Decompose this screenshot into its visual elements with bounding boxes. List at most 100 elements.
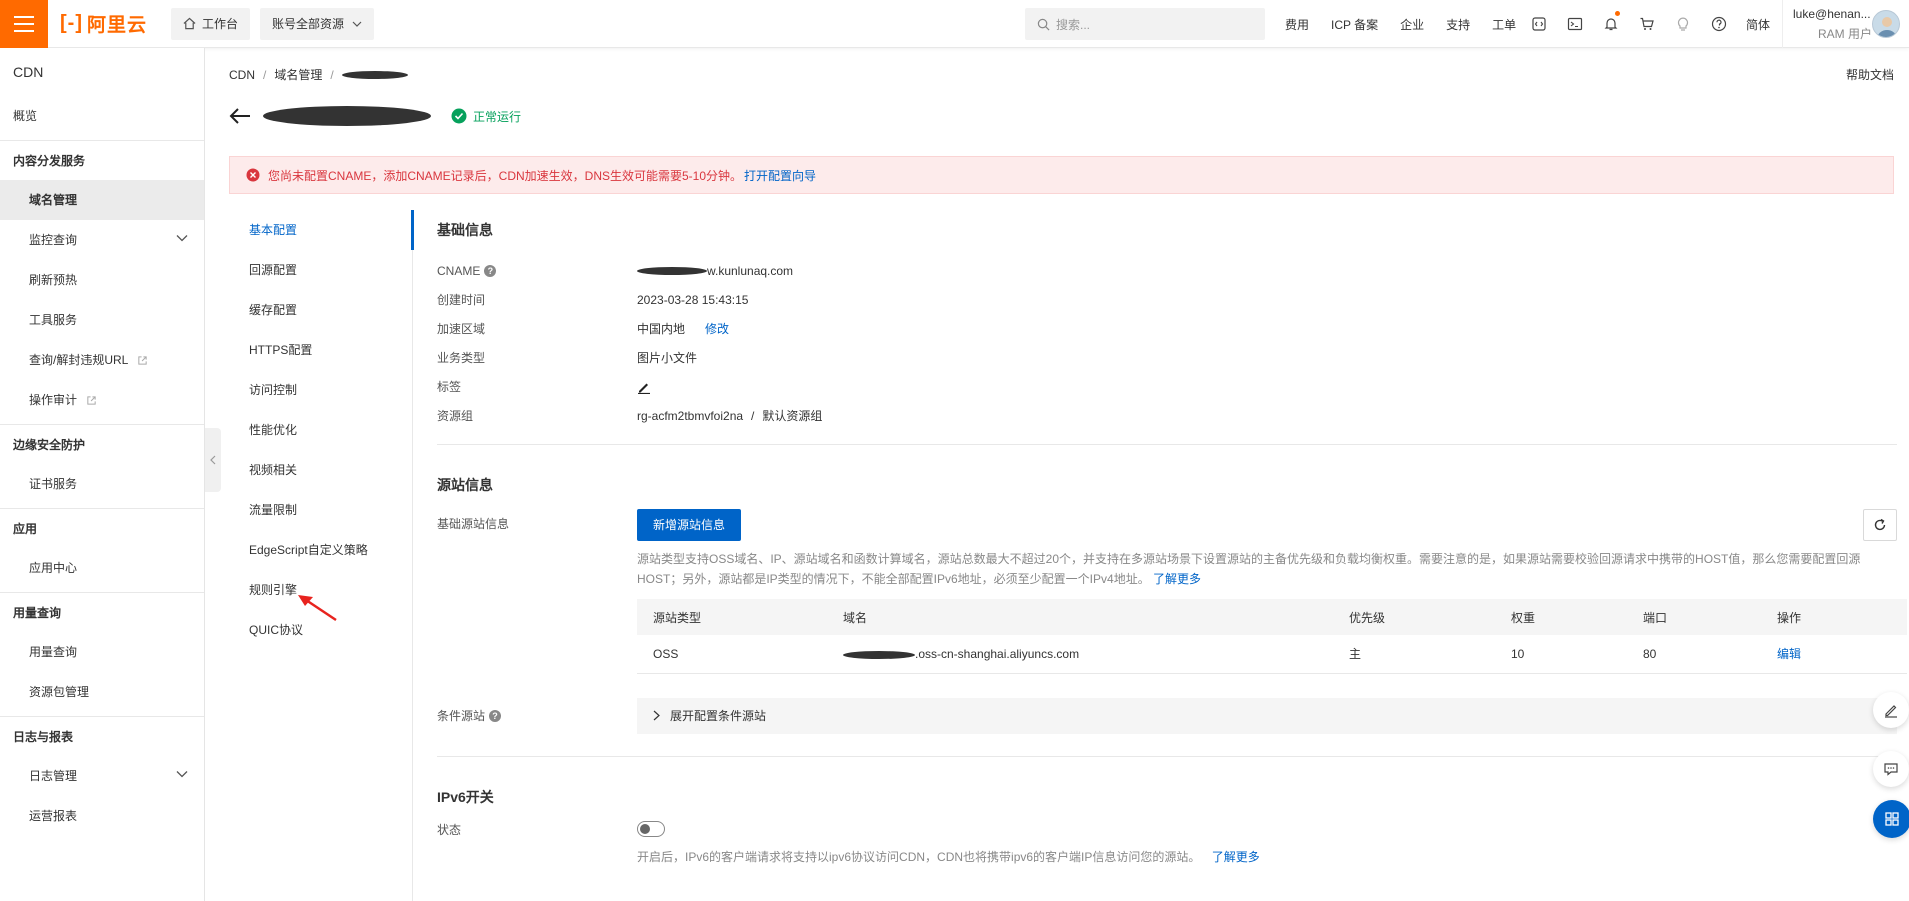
- nav-link-enterprise[interactable]: 企业: [1400, 16, 1424, 33]
- tab-edgescript[interactable]: EdgeScript自定义策略: [229, 530, 414, 570]
- chevron-down-icon: [176, 771, 188, 778]
- menu-icon[interactable]: [0, 0, 48, 48]
- help-icon[interactable]: [1701, 0, 1737, 48]
- add-origin-button[interactable]: 新增源站信息: [637, 509, 742, 541]
- chat-icon: [1884, 763, 1898, 776]
- search-icon: [1037, 18, 1050, 30]
- nav-link-support[interactable]: 支持: [1446, 16, 1470, 33]
- region-row: 加速区域 中国内地 修改: [437, 320, 730, 337]
- col-priority: 优先级: [1333, 599, 1495, 635]
- sidebar-title: CDN: [13, 64, 44, 80]
- origin-description: 源站类型支持OSS域名、IP、源站域名和函数计算域名，源站总数最大不超过20个，…: [637, 552, 1861, 586]
- avatar: [1872, 10, 1900, 38]
- tab-access-control[interactable]: 访问控制: [229, 370, 414, 410]
- sidebar-item-resource-package[interactable]: 资源包管理: [0, 672, 204, 712]
- search-input[interactable]: 搜索...: [1025, 8, 1265, 40]
- top-navbar: [-] 阿里云 工作台 账号全部资源 搜索... 费用 ICP 备案 企业 支持…: [0, 0, 1909, 48]
- workbench-button[interactable]: 工作台: [171, 7, 251, 40]
- cname-alert: 您尚未配置CNAME，添加CNAME记录后，CDN加速生效，DNS生效可能需要5…: [229, 156, 1894, 194]
- col-action: 操作: [1761, 599, 1907, 635]
- ipv6-status-row: 状态 开启后，IPv6的客户端请求将支持以ipv6协议访问CDN，CDN也将携带…: [437, 820, 1897, 867]
- edit-origin-link[interactable]: 编辑: [1761, 635, 1907, 674]
- nav-link-fees[interactable]: 费用: [1285, 16, 1309, 33]
- nav-link-ticket[interactable]: 工单: [1492, 16, 1516, 33]
- feedback-edit-button[interactable]: [1873, 692, 1909, 728]
- bell-icon[interactable]: [1593, 0, 1629, 48]
- tab-basic-config[interactable]: 基本配置: [229, 210, 414, 250]
- conditional-origin-row: 条件源站? 展开配置条件源站: [437, 697, 1897, 734]
- language-switch[interactable]: 简体: [1746, 16, 1770, 33]
- resource-scope-select[interactable]: 账号全部资源: [260, 7, 375, 40]
- tab-cache-config[interactable]: 缓存配置: [229, 290, 414, 330]
- sidebar-item-monitoring[interactable]: 监控查询: [0, 220, 204, 260]
- ipv6-description: 开启后，IPv6的客户端请求将支持以ipv6协议访问CDN，CDN也将携带ipv…: [637, 849, 1260, 864]
- back-arrow-icon[interactable]: [229, 107, 251, 125]
- question-icon[interactable]: ?: [489, 709, 502, 722]
- breadcrumb: CDN / 域名管理 /: [229, 66, 408, 83]
- sidebar-item-violation-url[interactable]: 查询/解封违规URL: [0, 340, 204, 380]
- nav-link-icp[interactable]: ICP 备案: [1331, 16, 1378, 33]
- sidebar-item-refresh-preheat[interactable]: 刷新预热: [0, 260, 204, 300]
- chat-button[interactable]: [1873, 751, 1909, 787]
- user-menu[interactable]: luke@henan... RAM 用户: [1782, 0, 1902, 48]
- refresh-icon: [1874, 518, 1886, 531]
- status-badge: 正常运行: [451, 108, 521, 125]
- apps-grid-icon: [1885, 812, 1899, 826]
- top-nav-icons: [1521, 0, 1737, 48]
- cart-icon[interactable]: [1629, 0, 1665, 48]
- redacted-origin-prefix: [843, 650, 915, 659]
- ipv6-toggle[interactable]: [637, 820, 665, 837]
- help-docs-link[interactable]: 帮助文档: [1846, 66, 1894, 83]
- external-link-icon: [138, 356, 147, 365]
- sidebar-item-audit[interactable]: 操作审计: [0, 380, 204, 420]
- question-icon[interactable]: ?: [484, 264, 497, 277]
- check-circle-icon: [451, 108, 467, 124]
- red-arrow-annotation: [298, 595, 337, 622]
- table-header-row: 源站类型 域名 优先级 权重 端口 操作: [637, 599, 1907, 635]
- cname-row: CNAME? w.kunlunaq.com: [437, 263, 794, 278]
- sidebar-item-overview[interactable]: 概览: [0, 96, 204, 136]
- sidebar-item-tool-services[interactable]: 工具服务: [0, 300, 204, 340]
- tag-row: 标签: [437, 372, 1897, 401]
- breadcrumb-cdn[interactable]: CDN: [229, 68, 255, 82]
- expand-conditional-origin[interactable]: 展开配置条件源站: [637, 697, 1897, 734]
- apps-grid-button[interactable]: [1873, 800, 1909, 838]
- subnav-active-indicator: [411, 210, 414, 250]
- origin-info-title: 源站信息: [437, 477, 493, 493]
- tab-https-config[interactable]: HTTPS配置: [229, 330, 414, 370]
- resource-group-row: 资源组 rg-acfm2tbmvfoi2na / 默认资源组: [437, 408, 823, 424]
- sidebar-item-operation-report[interactable]: 运营报表: [0, 796, 204, 836]
- tab-traffic-limit[interactable]: 流量限制: [229, 490, 414, 530]
- user-name: luke@henan...: [1793, 7, 1871, 21]
- external-link-icon: [87, 396, 97, 405]
- aliyun-logo-icon: [-]: [60, 12, 83, 34]
- page-header: 正常运行: [229, 106, 521, 126]
- ipv6-learn-more-link[interactable]: 了解更多: [1212, 850, 1260, 864]
- user-role: RAM 用户: [1818, 27, 1873, 41]
- open-config-wizard-link[interactable]: 打开配置向导: [744, 167, 816, 184]
- refresh-button[interactable]: [1863, 509, 1897, 541]
- sidebar-item-usage-query[interactable]: 用量查询: [0, 632, 204, 672]
- breadcrumb-domain-management[interactable]: 域名管理: [274, 66, 322, 83]
- code-icon[interactable]: [1521, 0, 1557, 48]
- learn-more-link[interactable]: 了解更多: [1153, 572, 1201, 586]
- sidebar-item-domain-management[interactable]: 域名管理: [0, 180, 204, 220]
- region-edit-link[interactable]: 修改: [705, 320, 729, 337]
- lightbulb-icon[interactable]: [1665, 0, 1701, 48]
- edit-pencil-icon[interactable]: [637, 380, 651, 394]
- sidebar-item-app-center[interactable]: 应用中心: [0, 548, 204, 588]
- top-nav-links: 费用 ICP 备案 企业 支持 工单: [1285, 0, 1538, 48]
- chevron-down-icon: [352, 21, 362, 27]
- tab-video[interactable]: 视频相关: [229, 450, 414, 490]
- alert-text: 您尚未配置CNAME，添加CNAME记录后，CDN加速生效，DNS生效可能需要5…: [268, 168, 743, 183]
- aliyun-logo[interactable]: [-] 阿里云: [60, 10, 147, 37]
- sidebar-collapse-button[interactable]: [205, 428, 221, 492]
- ipv6-title: IPv6开关: [437, 788, 494, 805]
- col-origin-type: 源站类型: [637, 599, 827, 635]
- sidebar-item-certificate[interactable]: 证书服务: [0, 464, 204, 504]
- sidebar-item-log-management[interactable]: 日志管理: [0, 756, 204, 796]
- tab-origin-config[interactable]: 回源配置: [229, 250, 414, 290]
- terminal-icon[interactable]: [1557, 0, 1593, 48]
- tab-performance[interactable]: 性能优化: [229, 410, 414, 450]
- error-circle-icon: [246, 168, 260, 182]
